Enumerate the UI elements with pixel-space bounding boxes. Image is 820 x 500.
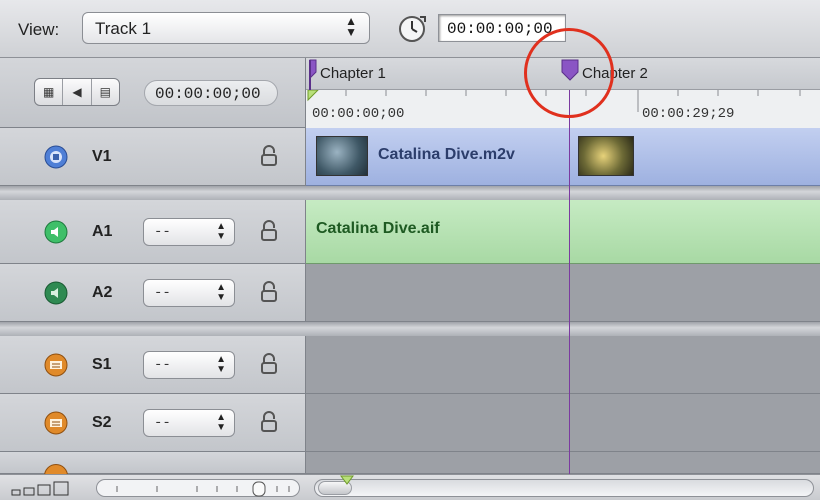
- lock-icon[interactable]: [260, 411, 278, 433]
- playhead-line[interactable]: [569, 90, 570, 474]
- track-view-select[interactable]: Track 1 ▲ ▼: [82, 12, 370, 44]
- video-clip-title: Catalina Dive.m2v: [378, 146, 515, 163]
- subtitle-toggle-icon[interactable]: ▤: [90, 79, 119, 105]
- track-header-s2: S2 -- ▲ ▼: [0, 394, 306, 452]
- annotation-circle: [524, 28, 614, 118]
- subtitle-track-icon[interactable]: [44, 411, 68, 435]
- lock-icon[interactable]: [260, 145, 278, 167]
- track-name-s1: S1: [92, 356, 112, 373]
- lock-icon[interactable]: [260, 281, 278, 303]
- audio-clip-title: Catalina Dive.aif: [316, 220, 440, 237]
- zoom-slider[interactable]: [96, 479, 300, 497]
- audio-track-icon[interactable]: [44, 220, 68, 244]
- track-select-s1[interactable]: -- ▲ ▼: [143, 351, 235, 379]
- playhead-timecode-value: 00:00:00;00: [155, 85, 261, 103]
- timeline-scrollbar[interactable]: [314, 479, 814, 497]
- video-clip[interactable]: Catalina Dive.m2v: [306, 128, 820, 186]
- toolbar: View: Track 1 ▲ ▼ 00:00:00;00: [0, 0, 820, 58]
- video-track-icon[interactable]: [44, 145, 68, 169]
- track-select-s2[interactable]: -- ▲ ▼: [143, 409, 235, 437]
- track-header-v1: V1: [0, 128, 306, 186]
- track-lane-partial[interactable]: [306, 452, 820, 474]
- subtitle-track-icon[interactable]: [44, 353, 68, 377]
- lock-icon[interactable]: [260, 220, 278, 242]
- chapter-1-marker-icon[interactable]: [306, 58, 320, 90]
- select-arrows-icon: ▲ ▼: [216, 282, 226, 303]
- select-arrows-icon: ▲ ▼: [216, 354, 226, 375]
- audio-clip[interactable]: Catalina Dive.aif: [306, 200, 820, 264]
- playhead-timecode[interactable]: 00:00:00;00: [144, 80, 278, 106]
- timecode-value: 00:00:00;00: [447, 20, 553, 38]
- track-header-partial: [0, 452, 306, 488]
- track-view-select-value: Track 1: [95, 19, 152, 38]
- track-header-a2: A2 -- ▲ ▼: [0, 264, 306, 322]
- playhead-position-icon: [340, 475, 354, 485]
- timecode-clock-icon[interactable]: [396, 12, 428, 44]
- track-name-v1: V1: [92, 148, 112, 165]
- lock-icon[interactable]: [260, 353, 278, 375]
- track-select-a2-value: --: [154, 285, 171, 301]
- track-divider[interactable]: [0, 322, 820, 336]
- track-select-a1[interactable]: -- ▲ ▼: [143, 218, 235, 246]
- ruler-time-mark: 00:00:29;29: [642, 106, 735, 122]
- track-select-a2[interactable]: -- ▲ ▼: [143, 279, 235, 307]
- select-arrows-icon: ▲ ▼: [345, 14, 357, 39]
- track-select-a1-value: --: [154, 224, 171, 240]
- view-label: View:: [18, 20, 60, 39]
- zoom-slider-ticks: [116, 481, 290, 497]
- ruler-time-start: 00:00:00;00: [312, 106, 405, 122]
- track-name-a1: A1: [92, 223, 113, 240]
- track-name-a2: A2: [92, 284, 113, 301]
- video-toggle-icon[interactable]: ▦: [35, 79, 62, 105]
- chapter-1-label: Chapter 1: [320, 65, 386, 82]
- track-name-s2: S2: [92, 414, 112, 431]
- bottom-bar: [0, 474, 820, 500]
- track-toggle-buttons: ▦ ◀ ▤: [34, 78, 120, 106]
- select-arrows-icon: ▲ ▼: [216, 412, 226, 433]
- audio-toggle-icon[interactable]: ◀: [62, 79, 90, 105]
- track-select-s2-value: --: [154, 415, 171, 431]
- track-lane-s2[interactable]: [306, 394, 820, 452]
- track-header-s1: S1 -- ▲ ▼: [0, 336, 306, 394]
- track-height-icon[interactable]: [10, 479, 90, 497]
- track-select-s1-value: --: [154, 357, 171, 373]
- track-lane-s1[interactable]: [306, 336, 820, 394]
- clip-thumbnail: [316, 136, 368, 176]
- audio-track-icon[interactable]: [44, 281, 68, 305]
- track-lane-a2[interactable]: [306, 264, 820, 322]
- select-arrows-icon: ▲ ▼: [216, 221, 226, 242]
- clip-thumbnail: [578, 136, 634, 176]
- track-header-a1: A1 -- ▲ ▼: [0, 200, 306, 264]
- timeline-header-controls: ▦ ◀ ▤ 00:00:00;00: [0, 58, 306, 128]
- track-divider[interactable]: [0, 186, 820, 200]
